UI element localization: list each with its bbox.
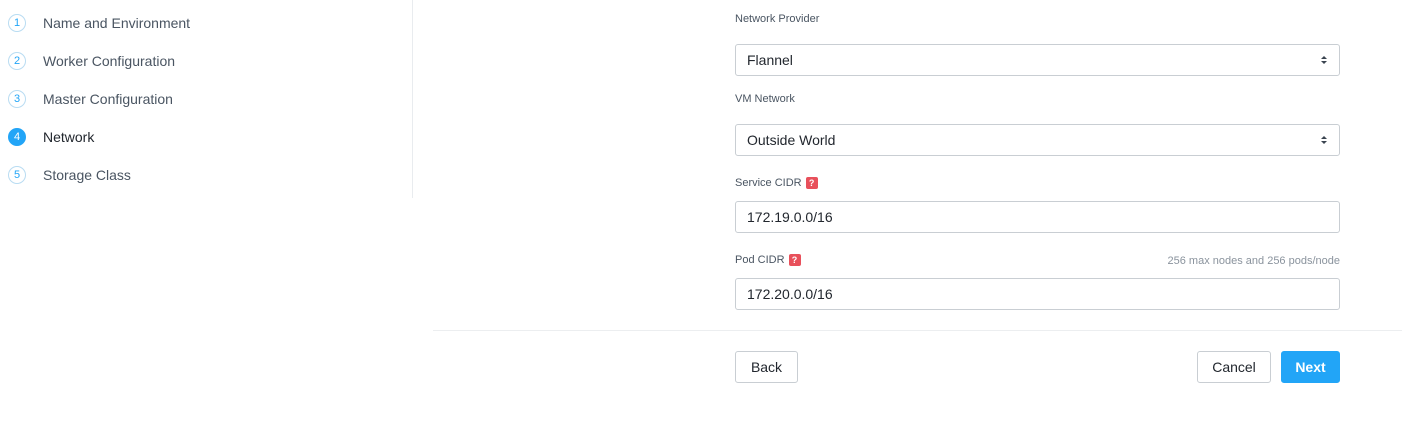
vm-network-label: VM Network [735,93,795,105]
help-icon[interactable]: ? [788,254,801,266]
select-arrows-icon [1320,55,1328,65]
network-provider-label: Network Provider [735,13,819,25]
step-number: 4 [8,128,26,146]
vm-network-label-text: VM Network [735,93,795,105]
step-number: 5 [8,166,26,184]
service-cidr-input[interactable]: 172.19.0.0/16 [735,201,1340,233]
network-provider-label-text: Network Provider [735,13,820,25]
pod-cidr-label-text: Pod CIDR [735,254,785,266]
step-label: Network [43,129,95,145]
network-provider-value: Flannel [747,52,793,68]
step-master-configuration[interactable]: 3 Master Configuration [8,88,173,110]
step-label: Storage Class [43,167,131,183]
step-name-and-environment[interactable]: 1 Name and Environment [8,12,190,34]
vm-network-select[interactable]: Outside World [735,124,1340,156]
pod-cidr-label: Pod CIDR ? [735,254,801,266]
step-number: 2 [8,52,26,70]
select-arrows-icon [1320,135,1328,145]
back-button[interactable]: Back [735,351,798,383]
step-storage-class[interactable]: 5 Storage Class [8,164,131,186]
service-cidr-label-text: Service CIDR [735,177,802,189]
wizard-page: 1 Name and Environment 2 Worker Configur… [0,0,1402,432]
next-button[interactable]: Next [1281,351,1340,383]
step-label: Name and Environment [43,15,191,31]
pod-cidr-value: 172.20.0.0/16 [747,286,833,302]
step-number: 3 [8,90,26,108]
wizard-steps: 1 Name and Environment 2 Worker Configur… [0,0,413,198]
step-label: Master Configuration [43,91,173,107]
step-number: 1 [8,14,26,32]
service-cidr-value: 172.19.0.0/16 [747,209,833,225]
footer-divider [433,330,1402,331]
help-icon[interactable]: ? [805,177,818,189]
vm-network-value: Outside World [747,132,836,148]
step-network[interactable]: 4 Network [8,126,94,148]
pod-cidr-input[interactable]: 172.20.0.0/16 [735,278,1340,310]
step-label: Worker Configuration [43,53,176,69]
cancel-button[interactable]: Cancel [1197,351,1271,383]
service-cidr-label: Service CIDR ? [735,177,818,189]
pod-cidr-hint: 256 max nodes and 256 pods/node [1167,255,1340,267]
network-provider-select[interactable]: Flannel [735,44,1340,76]
step-worker-configuration[interactable]: 2 Worker Configuration [8,50,175,72]
